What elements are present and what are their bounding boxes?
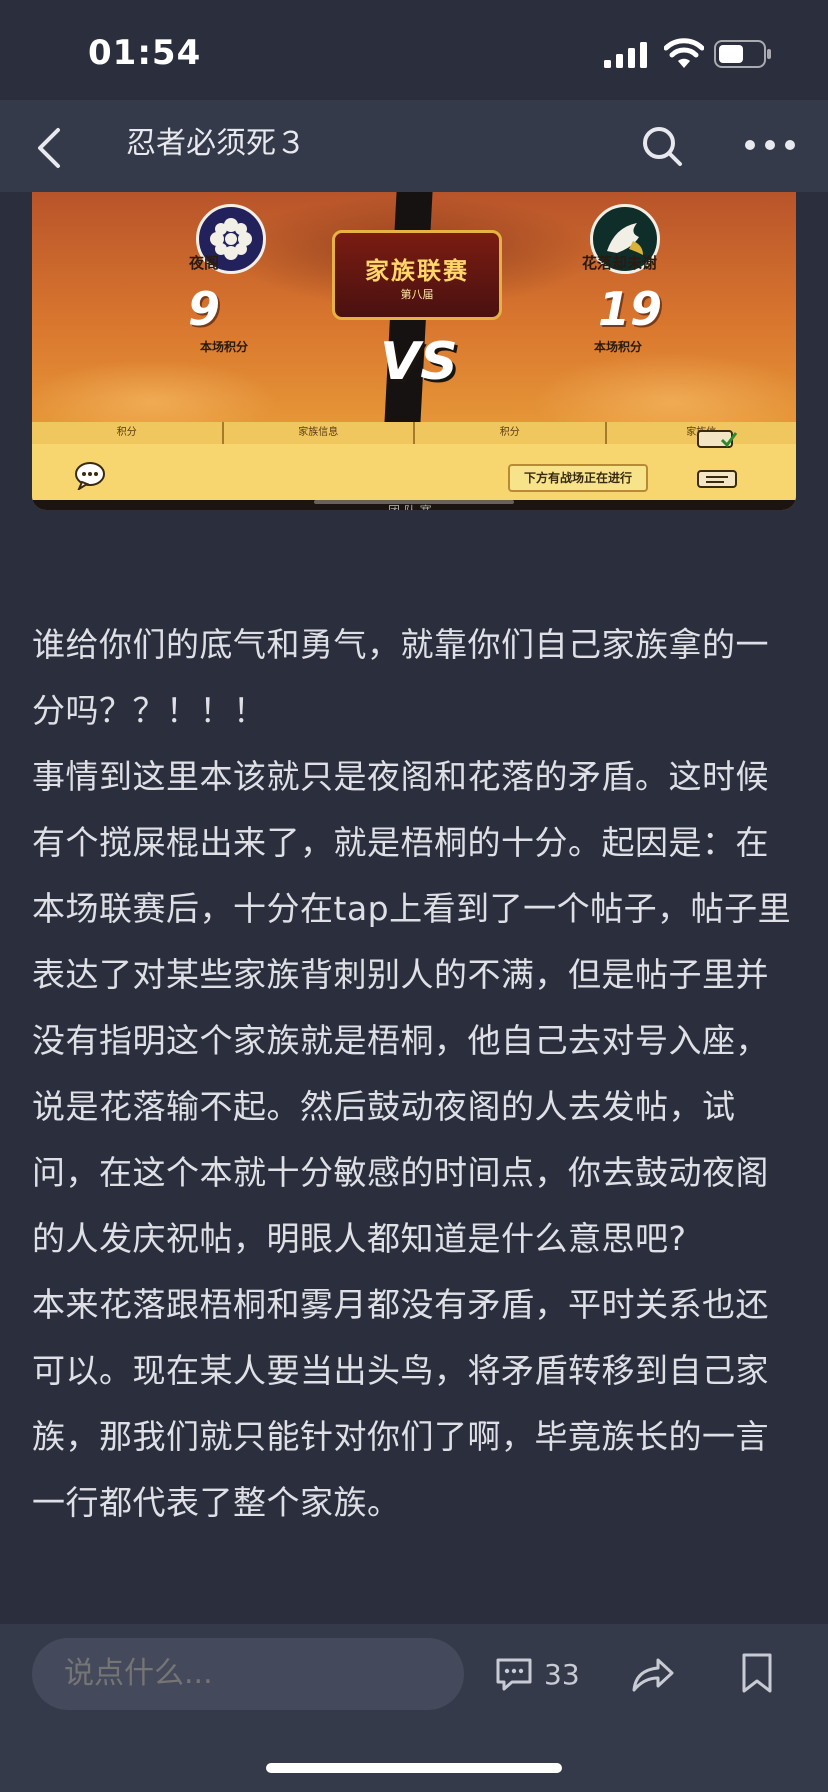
- battery-icon: [714, 40, 771, 68]
- team-right-name: 花落却未谢: [582, 254, 658, 272]
- article-paragraph: 事情到这里本该就只是夜阁和花落的矛盾。这时候有个搅屎棍出来了，就是梧桐的十分。起…: [32, 757, 792, 1258]
- bookmark-icon[interactable]: [740, 1652, 774, 1694]
- banner-tab[interactable]: 积分: [32, 422, 224, 444]
- banner-tab[interactable]: 家族信息: [224, 422, 415, 444]
- status-bar: 01:54: [0, 0, 828, 100]
- status-time: 01:54: [88, 33, 202, 73]
- game-screenshot[interactable]: 夜阁 9 本场积分 花落却未谢 19 本场积分 家族联赛 第八届 VS 积分 家…: [32, 192, 796, 510]
- scroll-check-icon[interactable]: [696, 428, 738, 450]
- cellular-signal-icon: [604, 42, 647, 68]
- comment-count: 33: [544, 1658, 580, 1691]
- league-badge: 家族联赛 第八届: [332, 230, 502, 320]
- search-icon[interactable]: [638, 122, 686, 170]
- league-subtitle: 第八届: [400, 288, 434, 301]
- bottom-action-bar: 33: [0, 1624, 828, 1792]
- more-options-icon[interactable]: [740, 130, 800, 160]
- article-paragraph: 谁给你们的底气和勇气，就靠你们自己家族拿的一分吗？？！！！: [32, 625, 769, 730]
- team-left-name: 夜阁: [189, 254, 220, 272]
- back-arrow-icon[interactable]: [30, 122, 70, 174]
- page-title: 忍者必须死３: [126, 126, 306, 161]
- battle-tooltip: 下方有战场正在进行: [508, 464, 648, 492]
- scroll-icon[interactable]: [696, 468, 738, 490]
- league-title: 家族联赛: [365, 257, 469, 285]
- banner-bottom-panel: [32, 444, 796, 500]
- team-left-score: 9: [188, 282, 221, 336]
- article-body: 谁给你们的底气和勇气，就靠你们自己家族拿的一分吗？？！！！ 事情到这里本该就只是…: [32, 612, 798, 1536]
- nav-header: 忍者必须死３: [0, 100, 828, 193]
- banner-tab[interactable]: 积分: [415, 422, 607, 444]
- chat-bubble-icon[interactable]: [74, 462, 106, 490]
- article-paragraph: 本来花落跟梧桐和雾月都没有矛盾，平时关系也还可以。现在某人要当出头鸟，将矛盾转移…: [32, 1285, 769, 1522]
- comment-input[interactable]: [32, 1638, 464, 1710]
- banner-tabs: 积分 家族信息 积分 家族信: [32, 422, 796, 444]
- share-icon[interactable]: [630, 1654, 676, 1694]
- team-left-score-label: 本场积分: [200, 340, 249, 354]
- comment-icon: [496, 1658, 532, 1691]
- team-right-score-label: 本场积分: [594, 340, 643, 354]
- home-indicator: [266, 1763, 562, 1773]
- banner-cut-text: 团 队 赛: [388, 502, 432, 510]
- versus-label: VS: [380, 332, 458, 392]
- comment-button[interactable]: 33: [494, 1654, 594, 1698]
- wifi-icon: [664, 38, 704, 68]
- team-right-score: 19: [598, 282, 663, 336]
